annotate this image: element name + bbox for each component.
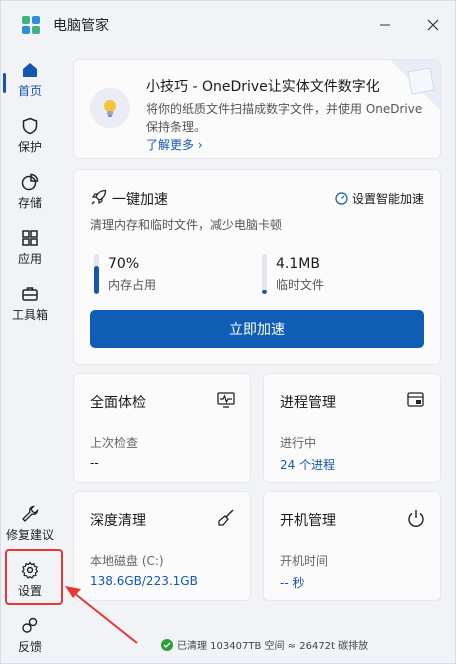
leaf-check-icon (161, 638, 173, 651)
home-icon (23, 63, 37, 77)
sidebar-item-apps[interactable]: 应用 (3, 223, 57, 273)
temp-value: 4.1MB (276, 256, 320, 272)
smart-speed-label: 设置智能加速 (351, 192, 424, 206)
sidebar-item-label: 反馈 (17, 640, 42, 654)
app-window: 电脑管家 首页 保护 存储 应用 工具箱 修复建议 设置 反馈 小技巧 - On… (0, 0, 456, 664)
shield-icon (22, 117, 38, 135)
annotation-arrow-icon (65, 586, 138, 644)
wrench-icon (22, 505, 39, 522)
sidebar-item-home[interactable]: 首页 (3, 55, 57, 105)
sidebar-item-storage[interactable]: 存储 (3, 167, 57, 217)
app-title: 电脑管家 (53, 18, 109, 34)
tile-label: 本地磁盘 (C:) (90, 554, 164, 568)
rocket-icon (91, 189, 107, 205)
sidebar-item-repair[interactable]: 修复建议 (3, 499, 57, 549)
sidebar-item-protect[interactable]: 保护 (3, 111, 57, 161)
smart-speed-link[interactable]: 设置智能加速 (335, 190, 424, 207)
lightbulb-icon (90, 88, 130, 128)
decoration-icon (390, 60, 440, 110)
broom-icon (218, 509, 234, 526)
tile-label: 上次检查 (90, 436, 139, 450)
speed-up-button[interactable]: 立即加速 (90, 310, 424, 348)
startup-tile[interactable]: 开机管理 开机时间 -- 秒 (263, 491, 441, 601)
toolbox-icon (22, 287, 38, 301)
tile-title: 进程管理 (280, 395, 336, 411)
tile-title: 全面体检 (90, 395, 146, 411)
sidebar-item-label: 修复建议 (5, 528, 54, 542)
temp-meter (262, 254, 267, 294)
tile-title: 深度清理 (90, 513, 146, 529)
checkup-tile[interactable]: 全面体检 上次检查 -- (73, 373, 251, 483)
minimize-icon (380, 24, 390, 26)
monitor-pulse-icon (217, 392, 235, 408)
power-icon (408, 510, 424, 527)
memory-label: 内存占用 (108, 278, 157, 292)
temp-meter-fill (262, 290, 267, 294)
tile-value: -- 秒 (280, 576, 305, 590)
status-bar: 已清理 103407TB 空间 ≈ 26472t 碳排放 (161, 637, 368, 652)
tile-label: 进行中 (280, 436, 317, 450)
tile-label: 开机时间 (280, 554, 329, 568)
memory-meter-fill (94, 266, 99, 294)
app-logo-icon (22, 16, 40, 34)
sidebar-item-label: 存储 (17, 196, 42, 210)
apps-icon (22, 230, 38, 246)
learn-more-link[interactable]: 了解更多 › (146, 136, 203, 153)
sidebar-item-label: 应用 (17, 252, 42, 266)
process-window-icon (407, 392, 424, 407)
sidebar-item-label: 保护 (17, 140, 42, 154)
speed-description: 清理内存和临时文件，减少电脑卡顿 (90, 218, 283, 232)
minimize-button[interactable] (373, 13, 397, 37)
temp-label: 临时文件 (276, 278, 325, 292)
feedback-icon (22, 617, 38, 633)
status-text: 已清理 103407TB 空间 ≈ 26472t 碳排放 (177, 641, 369, 652)
memory-value: 70% (108, 256, 140, 272)
close-icon (427, 19, 439, 31)
sidebar-item-label: 工具箱 (11, 308, 48, 322)
tile-title: 开机管理 (280, 513, 336, 529)
pie-chart-icon (21, 173, 39, 191)
tip-title: 小技巧 - OneDrive让实体文件数字化 (146, 79, 380, 95)
tip-card: 小技巧 - OneDrive让实体文件数字化 将你的纸质文件扫描成数字文件，并使… (73, 59, 441, 159)
close-button[interactable] (421, 13, 445, 37)
speedometer-icon (335, 192, 348, 205)
tile-value: -- (90, 456, 99, 470)
tile-value[interactable]: 24 个进程 (280, 456, 335, 473)
sidebar-item-toolbox[interactable]: 工具箱 (3, 279, 57, 329)
process-tile[interactable]: 进程管理 进行中 24 个进程 (263, 373, 441, 483)
active-indicator (3, 73, 6, 93)
speed-card: 一键加速 设置智能加速 清理内存和临时文件，减少电脑卡顿 70% 内存占用 4.… (73, 169, 441, 365)
speed-title: 一键加速 (112, 192, 168, 208)
annotation-highlight-box (5, 549, 63, 605)
sidebar-item-label: 首页 (17, 84, 42, 98)
titlebar: 电脑管家 (1, 1, 456, 47)
sidebar-item-feedback[interactable]: 反馈 (3, 611, 57, 661)
memory-meter (94, 254, 99, 294)
